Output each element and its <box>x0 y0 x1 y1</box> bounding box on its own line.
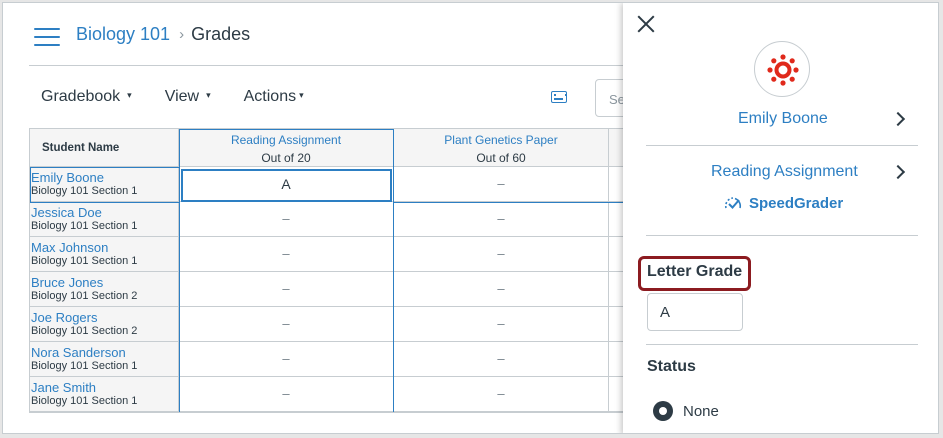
grade-cell[interactable]: – <box>179 307 393 342</box>
avatar <box>754 41 810 97</box>
close-icon[interactable] <box>635 13 657 35</box>
view-menu[interactable]: View ▾ <box>165 88 211 106</box>
gradebook-menu-label: Gradebook <box>41 88 121 105</box>
assignment-column-2: Plant Genetics Paper Out of 60 – – – – – – – <box>393 129 608 412</box>
student-name-column: Student Name Emily Boone Biology 101 Sect… <box>30 129 179 412</box>
selected-row-line <box>393 202 629 203</box>
breadcrumb-course-link[interactable]: Biology 101 <box>76 24 170 45</box>
header-divider <box>29 65 629 66</box>
gradebook-grid: Student Name Emily Boone Biology 101 Sect… <box>29 128 629 412</box>
grade-cell[interactable]: – <box>179 272 393 307</box>
assignment-column-1: Reading Assignment Out of 20 A – – – – – – <box>179 129 393 412</box>
student-row: Max Johnson Biology 101 Section 1 <box>30 237 178 272</box>
breadcrumb-current: Grades <box>191 24 251 44</box>
gradebook-toolbar: Gradebook ▾ View ▾ Actions ▾ <box>41 88 304 106</box>
chevron-right-icon[interactable] <box>890 111 906 127</box>
student-row: Emily Boone Biology 101 Section 1 <box>30 167 178 202</box>
student-row: Jane Smith Biology 101 Section 1 <box>30 377 178 412</box>
student-name-link[interactable]: Bruce Jones <box>31 276 178 290</box>
grade-cell[interactable]: – <box>179 342 393 377</box>
chevron-right-icon[interactable] <box>890 164 906 180</box>
status-label: Status <box>647 358 696 375</box>
student-name-header[interactable]: Student Name <box>30 129 178 167</box>
grade-cell[interactable]: – <box>394 202 608 237</box>
grade-cell[interactable]: – <box>394 342 608 377</box>
breadcrumb-separator-icon: › <box>179 26 185 43</box>
student-name-link[interactable]: Jessica Doe <box>31 206 178 220</box>
student-name-link[interactable]: Emily Boone <box>31 171 178 185</box>
assignment-points-2: Out of 60 <box>476 151 526 165</box>
breadcrumb: Biology 101 › Grades <box>76 24 250 45</box>
grade-cells-2: – – – – – – – <box>394 167 608 412</box>
grade-cell[interactable]: A <box>179 167 393 202</box>
assignment-header-1[interactable]: Reading Assignment Out of 20 <box>179 129 393 167</box>
grade-cell[interactable]: – <box>394 377 608 412</box>
grade-cell[interactable]: – <box>394 307 608 342</box>
student-section: Biology 101 Section 1 <box>31 395 138 407</box>
grade-cell[interactable]: – <box>394 167 608 202</box>
assignment-title-2[interactable]: Plant Genetics Paper <box>394 133 608 147</box>
speedgrader-icon <box>724 196 742 209</box>
student-row: Jessica Doe Biology 101 Section 1 <box>30 202 178 237</box>
student-name-link[interactable]: Joe Rogers <box>31 311 178 325</box>
student-name-link[interactable]: Jane Smith <box>31 381 178 395</box>
grade-cell[interactable]: – <box>179 202 393 237</box>
tray-divider <box>646 145 918 146</box>
canvas-logo-icon <box>767 54 799 86</box>
grid-bottom-border <box>29 412 629 413</box>
grade-cell[interactable]: – <box>179 237 393 272</box>
student-name-header-label: Student Name <box>42 142 120 154</box>
student-section: Biology 101 Section 1 <box>31 255 138 267</box>
tray-divider <box>646 235 918 236</box>
student-section: Biology 101 Section 1 <box>31 360 138 372</box>
letter-grade-label: Letter Grade <box>647 263 743 280</box>
keyboard-shortcuts-icon[interactable] <box>551 91 567 103</box>
gradebook-menu[interactable]: Gradebook ▾ <box>41 88 132 106</box>
status-none-radio[interactable] <box>653 401 673 421</box>
student-section: Biology 101 Section 2 <box>31 325 138 337</box>
assignment-points-1: Out of 20 <box>261 151 311 165</box>
student-section: Biology 101 Section 1 <box>31 185 138 197</box>
speedgrader-link[interactable]: SpeedGrader <box>723 195 843 212</box>
app-window: Biology 101 › Grades Gradebook ▾ View ▾ … <box>2 2 939 434</box>
speedgrader-label: SpeedGrader <box>749 195 844 212</box>
hamburger-menu-icon[interactable] <box>34 27 60 47</box>
caret-down-icon: ▾ <box>299 89 304 100</box>
assignment-header-2[interactable]: Plant Genetics Paper Out of 60 <box>394 129 608 167</box>
letter-grade-input[interactable]: A <box>647 293 743 331</box>
student-row: Bruce Jones Biology 101 Section 2 <box>30 272 178 307</box>
grade-cell[interactable]: – <box>394 272 608 307</box>
actions-menu-label: Actions <box>243 88 297 105</box>
view-menu-label: View <box>164 88 200 105</box>
student-section: Biology 101 Section 2 <box>31 290 138 302</box>
student-section: Biology 101 Section 1 <box>31 220 138 232</box>
student-row: Joe Rogers Biology 101 Section 2 <box>30 307 178 342</box>
grade-cell[interactable]: – <box>179 377 393 412</box>
tray-divider <box>646 344 918 345</box>
student-row: Nora Sanderson Biology 101 Section 1 <box>30 342 178 377</box>
status-none-label: None <box>683 403 719 420</box>
student-name-link[interactable]: Emily Boone <box>738 110 828 128</box>
caret-down-icon: ▾ <box>127 89 132 100</box>
assignment-name-link[interactable]: Reading Assignment <box>711 163 858 181</box>
actions-menu[interactable]: Actions ▾ <box>244 88 304 106</box>
student-name-link[interactable]: Nora Sanderson <box>31 346 178 360</box>
grade-cell[interactable]: – <box>394 237 608 272</box>
caret-down-icon: ▾ <box>206 89 211 100</box>
student-name-link[interactable]: Max Johnson <box>31 241 178 255</box>
grade-cells-1: A – – – – – – <box>179 167 393 412</box>
assignment-title-1[interactable]: Reading Assignment <box>179 133 393 147</box>
student-rows: Emily Boone Biology 101 Section 1 Jessica … <box>30 167 178 412</box>
grade-detail-tray: Emily Boone Reading Assignment SpeedGrad… <box>623 3 938 433</box>
